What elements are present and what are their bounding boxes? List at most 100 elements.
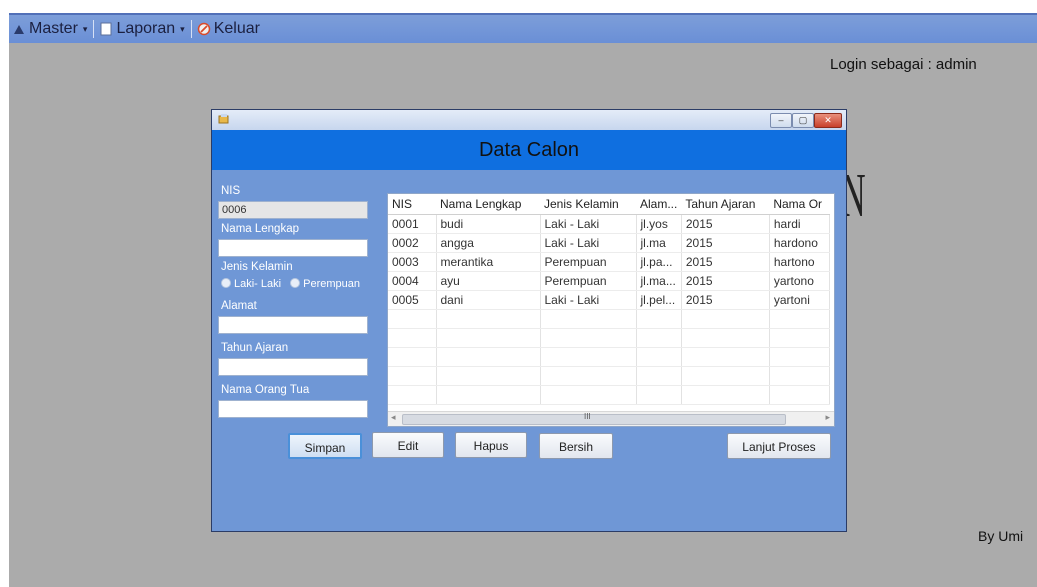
radio-perempuan-label: Perempuan xyxy=(303,278,361,290)
cell-alamat[interactable]: jl.yos xyxy=(636,214,682,234)
chevron-down-icon: ▾ xyxy=(82,23,88,34)
nama-lengkap-label: Nama Lengkap xyxy=(221,223,299,235)
column-header-jenis-kelamin[interactable]: Jenis Kelamin xyxy=(540,194,636,215)
tahun-ajaran-label: Tahun Ajaran xyxy=(221,342,289,354)
alamat-label: Alamat xyxy=(221,300,257,312)
horizontal-scrollbar[interactable]: ◂ III ▸ xyxy=(388,411,834,426)
cell-nama[interactable]: merantika xyxy=(436,252,541,272)
nis-field[interactable] xyxy=(218,201,368,219)
grid-table: NIS Nama Lengkap Jenis Kelamin Alam... T… xyxy=(388,194,830,405)
column-header-nis[interactable]: NIS xyxy=(388,194,436,215)
cell-alamat[interactable]: jl.ma... xyxy=(636,271,682,291)
app-icon xyxy=(218,114,229,124)
cell-tahun-ajaran[interactable]: 2015 xyxy=(681,252,770,272)
cell-nama-orang-tua[interactable]: hartono xyxy=(769,252,830,272)
simpan-button[interactable]: Simpan xyxy=(288,433,362,459)
table-row[interactable]: 0004 ayu Perempuan jl.ma... 2015 yartono xyxy=(388,271,830,291)
minimize-button[interactable]: – xyxy=(770,113,792,128)
cell-tahun-ajaran[interactable]: 2015 xyxy=(681,290,770,310)
cell-tahun-ajaran[interactable]: 2015 xyxy=(681,271,770,291)
radio-laki-laki-label: Laki- Laki xyxy=(234,278,282,290)
table-row[interactable]: 0005 dani Laki - Laki jl.pel... 2015 yar… xyxy=(388,290,830,310)
bersih-button[interactable]: Bersih xyxy=(539,433,613,459)
cell-nama[interactable]: ayu xyxy=(436,271,541,291)
menu-master-label: Master xyxy=(29,20,78,37)
data-grid[interactable]: NIS Nama Lengkap Jenis Kelamin Alam... T… xyxy=(387,193,835,427)
cell-nama[interactable]: budi xyxy=(436,214,541,234)
hapus-button[interactable]: Hapus xyxy=(455,432,527,458)
radio-button-icon xyxy=(221,278,231,288)
table-row[interactable]: 0001 budi Laki - Laki jl.yos 2015 hardi xyxy=(388,214,830,234)
login-status: Login sebagai : admin xyxy=(830,56,977,73)
menu-bar: Master ▾ Laporan ▾ Keluar xyxy=(9,13,1037,43)
cell-nama-orang-tua[interactable]: yartoni xyxy=(769,290,830,310)
column-header-alamat[interactable]: Alam... xyxy=(636,194,682,215)
cell-jenis-kelamin[interactable]: Laki - Laki xyxy=(540,290,637,310)
data-calon-window: – ▢ ✕ Data Calon NIS Nama Lengkap Jenis … xyxy=(211,109,847,532)
radio-perempuan[interactable]: Perempuan xyxy=(290,278,360,290)
table-row[interactable]: 0003 merantika Perempuan jl.pa... 2015 h… xyxy=(388,252,830,272)
menu-master[interactable]: Master ▾ xyxy=(9,20,91,38)
jenis-kelamin-label: Jenis Kelamin xyxy=(221,261,293,273)
nis-label: NIS xyxy=(221,185,241,197)
empty-row xyxy=(388,309,830,329)
cell-nis[interactable]: 0004 xyxy=(388,271,437,291)
gender-radio-group: Laki- Laki Perempuan xyxy=(221,278,360,290)
chevron-down-icon: ▾ xyxy=(180,23,185,34)
cell-jenis-kelamin[interactable]: Perempuan xyxy=(540,252,637,272)
credit-label: By Umi xyxy=(978,528,1024,544)
cell-tahun-ajaran[interactable]: 2015 xyxy=(681,233,770,253)
cell-nis[interactable]: 0001 xyxy=(388,214,437,234)
menu-separator xyxy=(190,20,192,38)
edit-button[interactable]: Edit xyxy=(372,432,444,458)
empty-row xyxy=(388,347,830,367)
exit-icon xyxy=(197,22,210,36)
cell-nama[interactable]: dani xyxy=(436,290,541,310)
maximize-button[interactable]: ▢ xyxy=(792,113,814,128)
cell-nama-orang-tua[interactable]: yartono xyxy=(769,271,830,291)
cell-nis[interactable]: 0005 xyxy=(388,290,437,310)
scrollbar-grip: III xyxy=(584,412,591,421)
cell-jenis-kelamin[interactable]: Laki - Laki xyxy=(540,233,637,253)
cell-alamat[interactable]: jl.ma xyxy=(636,233,682,253)
scroll-left-icon[interactable]: ◂ xyxy=(391,412,396,423)
column-header-nama-lengkap[interactable]: Nama Lengkap xyxy=(436,194,540,215)
radio-button-icon xyxy=(290,278,301,288)
empty-row xyxy=(388,385,830,405)
menu-laporan[interactable]: Laporan ▾ xyxy=(96,20,188,38)
column-header-nama-orang-tua[interactable]: Nama Or xyxy=(769,194,830,215)
cell-nama-orang-tua[interactable]: hardi xyxy=(769,214,830,234)
main-window: Master ▾ Laporan ▾ Keluar Login sebagai … xyxy=(9,13,1037,587)
cell-jenis-kelamin[interactable]: Perempuan xyxy=(540,271,637,291)
empty-row xyxy=(388,366,830,386)
grid-header-row: NIS Nama Lengkap Jenis Kelamin Alam... T… xyxy=(388,194,830,215)
radio-laki-laki[interactable]: Laki- Laki xyxy=(221,278,281,290)
form-header: Data Calon xyxy=(212,130,846,170)
cell-nis[interactable]: 0002 xyxy=(388,233,437,253)
alamat-field[interactable] xyxy=(218,316,368,334)
cell-alamat[interactable]: jl.pel... xyxy=(636,290,682,310)
scrollbar-thumb[interactable] xyxy=(402,414,786,425)
person-icon xyxy=(14,25,24,34)
lanjut-proses-button[interactable]: Lanjut Proses xyxy=(727,433,831,459)
close-button[interactable]: ✕ xyxy=(814,113,842,128)
cell-alamat[interactable]: jl.pa... xyxy=(636,252,682,272)
tahun-ajaran-field[interactable] xyxy=(218,358,368,376)
empty-row xyxy=(388,328,830,348)
document-icon xyxy=(100,22,112,36)
nama-orang-tua-label: Nama Orang Tua xyxy=(221,384,310,396)
window-titlebar[interactable]: – ▢ ✕ xyxy=(212,110,846,130)
column-header-tahun-ajaran[interactable]: Tahun Ajaran xyxy=(681,194,770,215)
cell-nama-orang-tua[interactable]: hardono xyxy=(769,233,830,253)
cell-nama[interactable]: angga xyxy=(436,233,541,253)
cell-nis[interactable]: 0003 xyxy=(388,252,437,272)
cell-jenis-kelamin[interactable]: Laki - Laki xyxy=(540,214,637,234)
nama-orang-tua-field[interactable] xyxy=(218,400,368,418)
menu-keluar-label: Keluar xyxy=(213,20,260,37)
scroll-right-icon[interactable]: ▸ xyxy=(825,412,830,423)
menu-keluar[interactable]: Keluar xyxy=(194,20,264,38)
table-row[interactable]: 0002 angga Laki - Laki jl.ma 2015 hardon… xyxy=(388,233,830,253)
cell-tahun-ajaran[interactable]: 2015 xyxy=(681,214,770,234)
menu-separator xyxy=(93,20,95,38)
nama-lengkap-field[interactable] xyxy=(218,239,368,257)
